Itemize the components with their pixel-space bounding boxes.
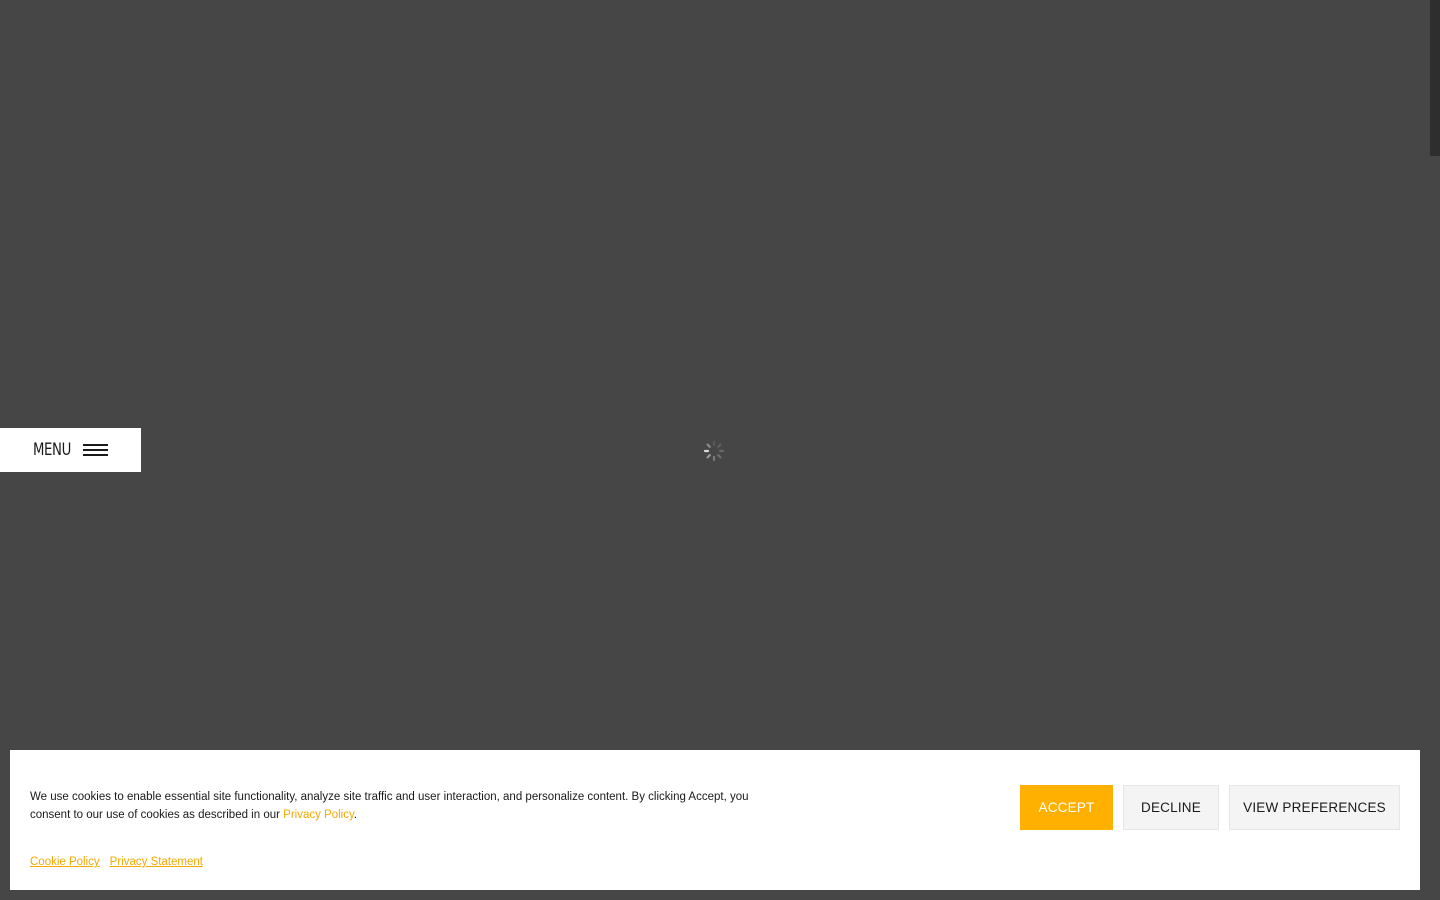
cookie-message: We use cookies to enable essential site … — [30, 788, 770, 824]
menu-button[interactable]: MENU — [0, 428, 141, 472]
cookie-banner: We use cookies to enable essential site … — [10, 750, 1420, 890]
page: MENU We use cookies to enable essential … — [0, 0, 1440, 900]
decline-button[interactable]: DECLINE — [1123, 785, 1219, 830]
cookie-message-end: . — [353, 809, 358, 821]
cookie-policy-link[interactable]: Cookie Policy — [30, 856, 100, 868]
spinner-icon — [703, 440, 725, 462]
cookie-message-text: We use cookies to enable essential site … — [30, 791, 749, 821]
privacy-policy-link[interactable]: Privacy Policy — [283, 809, 354, 821]
accept-button[interactable]: ACCEPT — [1020, 785, 1113, 830]
scrollbar-thumb[interactable] — [1430, 0, 1440, 156]
cookie-footer-links: Cookie Policy Privacy Statement — [30, 856, 213, 868]
menu-label: MENU — [33, 440, 71, 460]
privacy-statement-link[interactable]: Privacy Statement — [110, 856, 203, 868]
view-preferences-button[interactable]: VIEW PREFERENCES — [1229, 785, 1400, 830]
hamburger-icon — [83, 443, 108, 457]
